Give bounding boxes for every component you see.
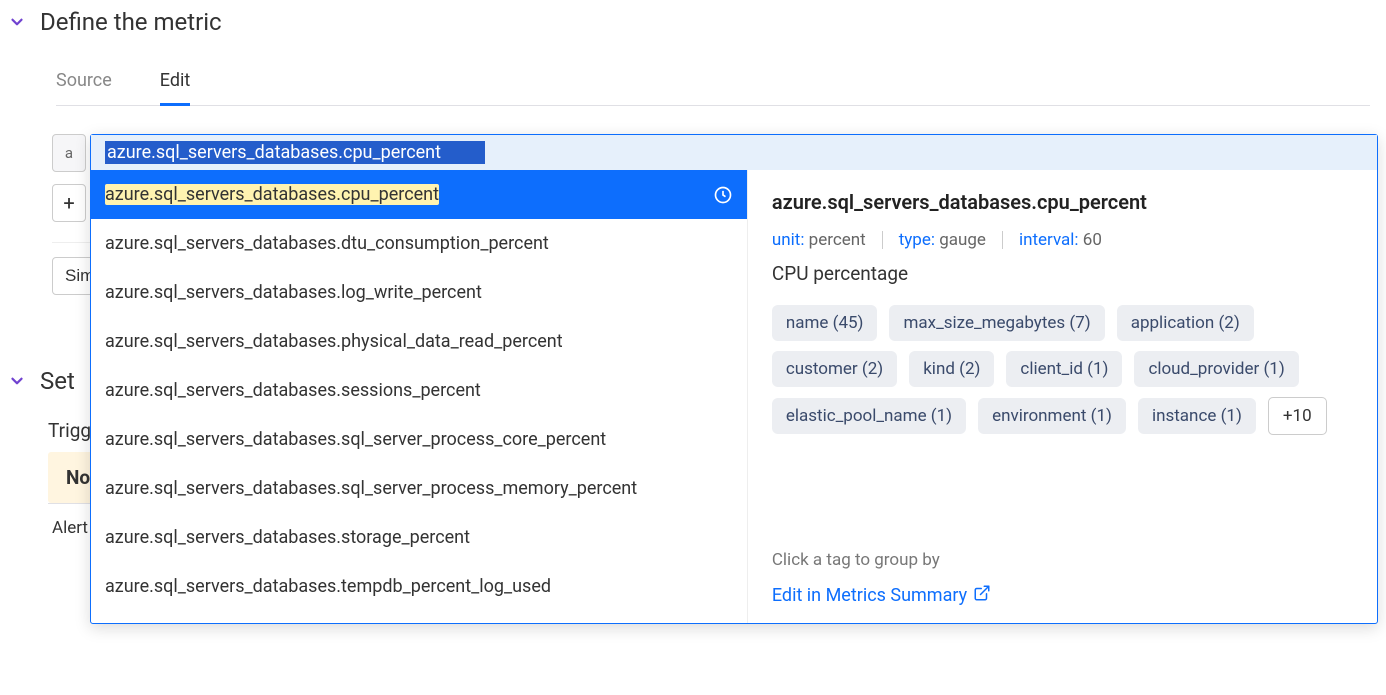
list-item[interactable]: azure.sql_servers_databases.physical_dat… [91, 317, 747, 366]
list-item-label: azure.sql_servers_databases.cpu_percent [105, 184, 439, 205]
list-item[interactable]: azure.sql_servers_databases.sql_server_p… [91, 415, 747, 464]
tab-source[interactable]: Source [56, 60, 112, 105]
more-tags-button[interactable]: +10 [1268, 397, 1327, 435]
list-item[interactable]: azure.sql_servers_databases.sessions_per… [91, 366, 747, 415]
tab-edit[interactable]: Edit [160, 60, 190, 105]
list-item[interactable]: azure.sql_servers_databases.sql_server_p… [91, 464, 747, 513]
list-item[interactable]: azure.sql_servers_databases.log_write_pe… [91, 268, 747, 317]
tag-pill[interactable]: kind (2) [909, 351, 994, 387]
list-item-label: azure.sql_servers_databases.sessions_per… [105, 380, 481, 401]
metric-detail-panel: azure.sql_servers_databases.cpu_percent … [747, 170, 1377, 623]
tag-pill[interactable]: name (45) [772, 305, 878, 341]
list-item[interactable]: azure.sql_servers_databases.storage_perc… [91, 513, 747, 562]
warning-text: No [66, 466, 90, 489]
list-item[interactable]: azure.sql_servers_databases.cpu_percent [91, 170, 747, 219]
tags-area: name (45) max_size_megabytes (7) applica… [772, 305, 1353, 435]
tag-pill[interactable]: instance (1) [1138, 398, 1256, 434]
list-item-label: azure.sql_servers_databases.physical_dat… [105, 331, 563, 352]
detail-metric-name: azure.sql_servers_databases.cpu_percent [772, 190, 1353, 214]
section-title: Set [40, 367, 75, 395]
tabs: Source Edit [56, 60, 1370, 106]
tag-pill[interactable]: elastic_pool_name (1) [772, 398, 966, 434]
tag-pill[interactable]: customer (2) [772, 351, 897, 387]
chevron-down-icon [8, 13, 26, 31]
meta-interval-value: 60 [1083, 230, 1102, 250]
list-item-label: azure.sql_servers_databases.sql_server_p… [105, 429, 606, 450]
separator [1002, 231, 1003, 249]
list-item[interactable]: azure.sql_servers_databases.tempdb_perce… [91, 562, 747, 611]
tag-pill[interactable]: client_id (1) [1006, 351, 1122, 387]
clock-icon [713, 185, 733, 205]
list-item-label: azure.sql_servers_databases.tempdb_perce… [105, 576, 551, 597]
section-title: Define the metric [40, 8, 222, 36]
meta-interval-label: interval: [1019, 230, 1079, 250]
metric-list[interactable]: azure.sql_servers_databases.cpu_percent … [91, 170, 747, 623]
detail-meta-row: unit: percent type: gauge interval: 60 [772, 230, 1353, 250]
edit-in-metrics-summary-link[interactable]: Edit in Metrics Summary [772, 584, 991, 607]
metric-search-bar[interactable] [91, 135, 1377, 170]
tag-pill[interactable]: max_size_megabytes (7) [889, 305, 1104, 341]
meta-unit-label: unit: [772, 230, 805, 250]
meta-unit-value: percent [809, 230, 866, 250]
query-row: a azure.sql_servers_databases.cpu_percen… [52, 134, 1378, 172]
meta-type-value: gauge [939, 230, 986, 250]
metric-dropdown: azure.sql_servers_databases.cpu_percent … [90, 134, 1378, 624]
tag-hint: Click a tag to group by [772, 550, 1353, 570]
separator [882, 231, 883, 249]
section-define-metric-header[interactable]: Define the metric [8, 8, 1378, 36]
list-item[interactable]: azure.sql_servers_databases.dtu_consumpt… [91, 219, 747, 268]
tag-pill[interactable]: application (2) [1117, 305, 1254, 341]
tag-pill[interactable]: cloud_provider (1) [1134, 351, 1298, 387]
chevron-down-icon [8, 372, 26, 390]
external-link-icon [973, 584, 991, 607]
add-query-button[interactable]: + [52, 184, 86, 222]
edit-link-label: Edit in Metrics Summary [772, 585, 967, 606]
list-item-label: azure.sql_servers_databases.log_write_pe… [105, 282, 482, 303]
metric-description: CPU percentage [772, 262, 1353, 285]
tag-pill[interactable]: environment (1) [978, 398, 1126, 434]
list-item-label: azure.sql_servers_databases.sql_server_p… [105, 478, 637, 499]
query-letter-a[interactable]: a [52, 134, 86, 172]
list-item-label: azure.sql_servers_databases.storage_perc… [105, 527, 470, 548]
metric-search-input[interactable] [105, 141, 485, 164]
meta-type-label: type: [899, 230, 935, 250]
list-item-label: azure.sql_servers_databases.dtu_consumpt… [105, 233, 549, 254]
